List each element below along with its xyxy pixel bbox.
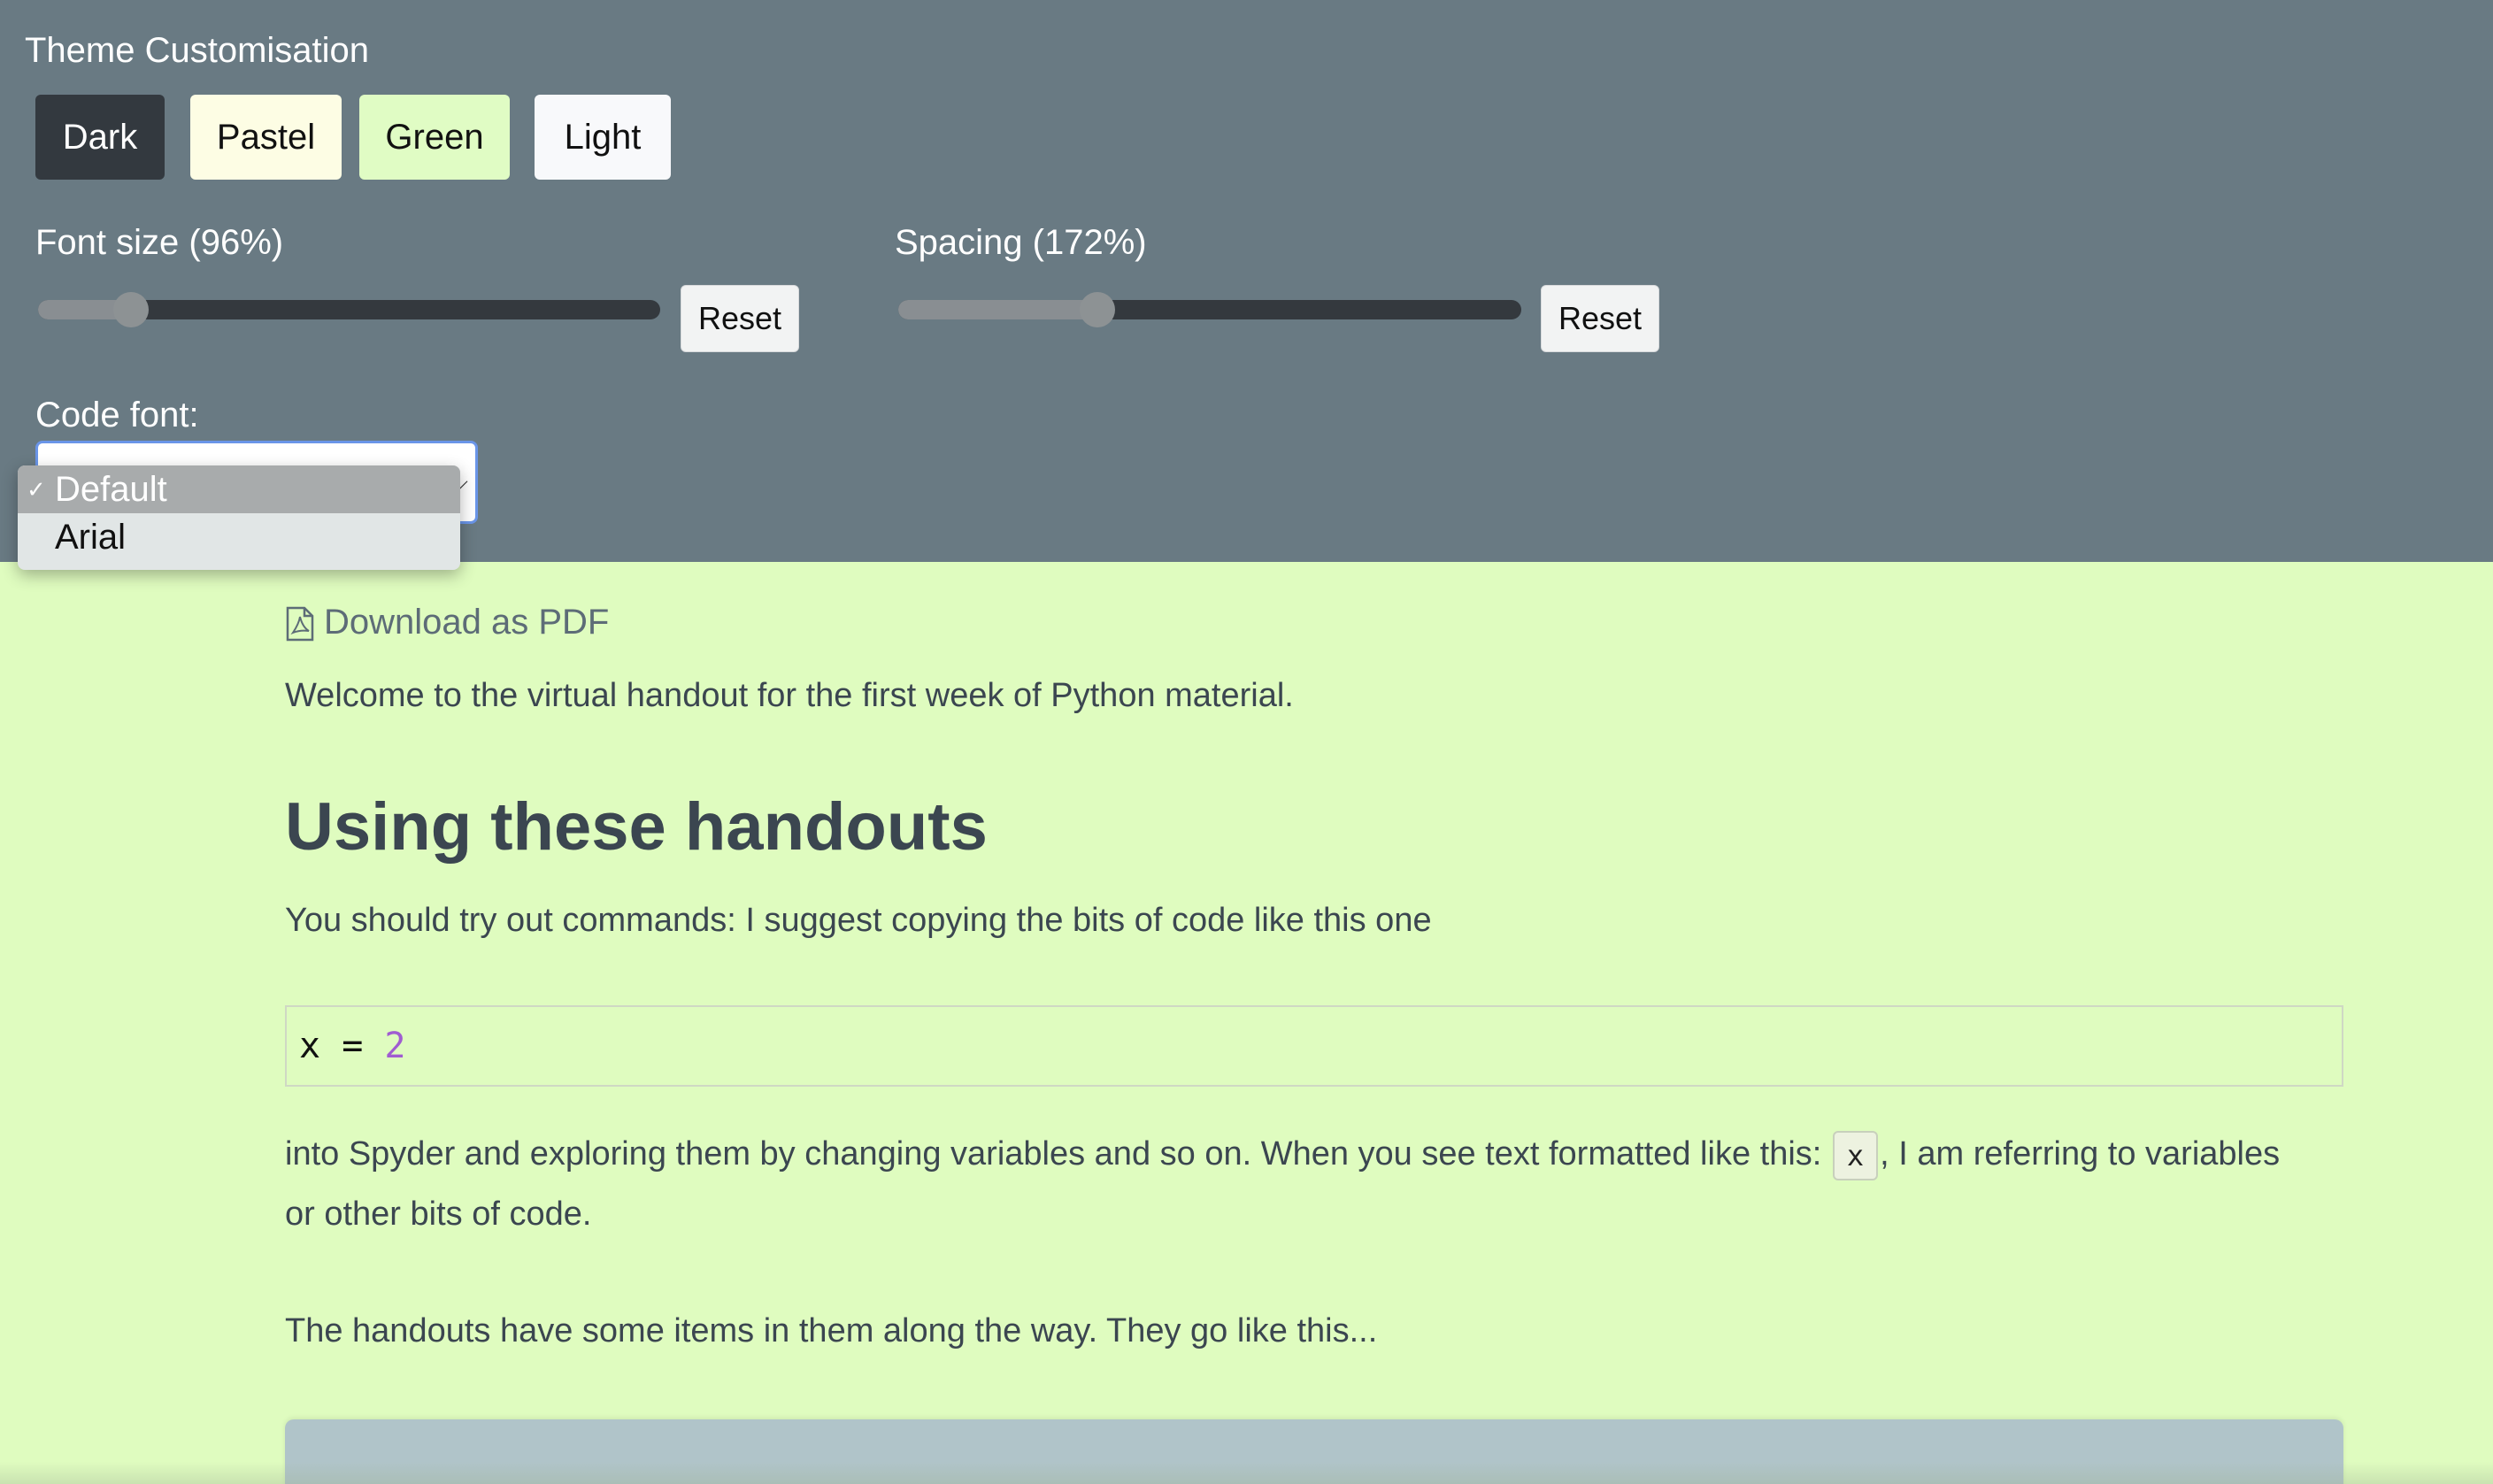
panel-title: Theme Customisation — [25, 31, 370, 70]
pdf-file-icon — [286, 606, 314, 642]
font-size-reset-button[interactable]: Reset — [681, 285, 799, 352]
code-font-option-default[interactable]: ✓ Default — [18, 465, 460, 513]
code-font-dropdown: ✓ Default Arial — [18, 465, 460, 570]
option-label: Arial — [55, 518, 127, 557]
bottom-shadow — [0, 1462, 2493, 1484]
spacing-label: Spacing (172%) — [895, 223, 1147, 262]
handout-content: Download as PDF Welcome to the virtual h… — [0, 562, 2493, 1484]
spacing-slider-fill — [898, 300, 1097, 319]
paragraph-spyder-line2: or other bits of code. — [285, 1196, 592, 1233]
theme-light-button[interactable]: Light — [535, 95, 671, 180]
code-number: 2 — [384, 1026, 406, 1066]
paragraph-spyder-text-1: into Spyder and exploring them by changi… — [285, 1135, 1831, 1173]
checkmark-icon: ✓ — [27, 476, 46, 503]
intro-paragraph: Welcome to the virtual handout for the f… — [285, 677, 1294, 714]
paragraph-items: The handouts have some items in them alo… — [285, 1312, 1378, 1349]
code-font-option-arial[interactable]: Arial — [18, 513, 460, 561]
theme-green-button[interactable]: Green — [359, 95, 510, 180]
option-label: Default — [55, 470, 167, 509]
download-pdf-label: Download as PDF — [324, 603, 610, 642]
theme-pastel-button[interactable]: Pastel — [190, 95, 342, 180]
paragraph-spyder-text-2: , I am referring to variables — [1880, 1135, 2281, 1173]
section-heading: Using these handouts — [285, 789, 988, 865]
spacing-slider-thumb[interactable] — [1080, 292, 1115, 327]
paragraph-spyder: into Spyder and exploring them by changi… — [285, 1123, 2280, 1185]
font-size-slider[interactable] — [38, 292, 660, 327]
font-size-label: Font size (96%) — [35, 223, 284, 262]
font-size-slider-thumb[interactable] — [113, 292, 149, 327]
code-operator: = — [342, 1026, 364, 1066]
spacing-slider[interactable] — [898, 292, 1521, 327]
code-block: x = 2 — [285, 1005, 2343, 1087]
spacing-reset-button[interactable]: Reset — [1541, 285, 1659, 352]
theme-dark-button[interactable]: Dark — [35, 95, 165, 180]
paragraph-try-commands: You should try out commands: I suggest c… — [285, 902, 1432, 939]
code-variable: x — [299, 1026, 321, 1066]
inline-code: x — [1832, 1130, 1879, 1180]
code-font-label: Code font: — [35, 396, 199, 434]
